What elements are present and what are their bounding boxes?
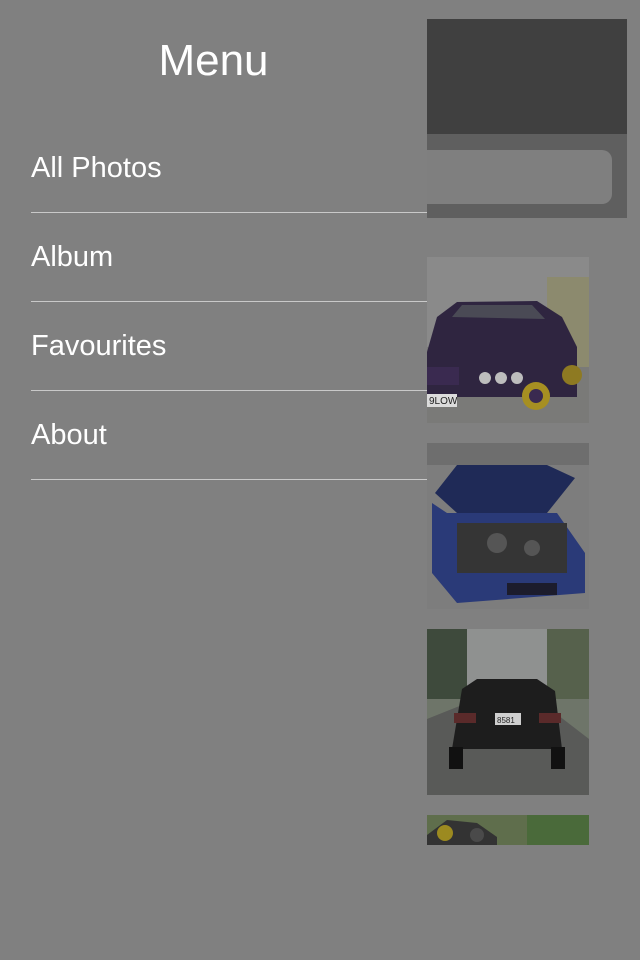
plate-text: 8581 bbox=[497, 716, 515, 725]
app-search-bar bbox=[427, 134, 627, 218]
photo-thumbnail-3[interactable]: 8581 bbox=[427, 629, 589, 795]
side-menu: Menu All Photos Album Favourites About bbox=[0, 0, 427, 960]
menu-item-album[interactable]: Album bbox=[31, 213, 427, 302]
menu-item-label: All Photos bbox=[31, 151, 162, 184]
plate-text: 9LOW bbox=[429, 396, 458, 407]
background-app: 9LOW 8581 bbox=[427, 0, 640, 960]
menu-item-label: About bbox=[31, 418, 107, 451]
menu-item-about[interactable]: About bbox=[31, 391, 427, 480]
photo-thumbnail-1[interactable]: 9LOW bbox=[427, 257, 589, 423]
blue-car-engine-photo bbox=[427, 443, 589, 609]
yellow-car-photo bbox=[427, 815, 589, 845]
menu-item-all-photos[interactable]: All Photos bbox=[31, 124, 427, 213]
app-search-input[interactable] bbox=[427, 150, 612, 204]
menu-item-label: Album bbox=[31, 240, 114, 273]
purple-car-photo: 9LOW bbox=[427, 257, 589, 423]
photo-thumbnail-2[interactable] bbox=[427, 443, 589, 609]
menu-item-label: Favourites bbox=[31, 329, 167, 362]
menu-title: Menu bbox=[158, 36, 269, 85]
black-car-rear-photo: 8581 bbox=[427, 629, 589, 795]
photo-thumbnail-4[interactable] bbox=[427, 815, 589, 845]
menu-item-favourites[interactable]: Favourites bbox=[31, 302, 427, 391]
app-navigation-bar bbox=[427, 19, 627, 134]
menu-list: All Photos Album Favourites About bbox=[0, 124, 427, 480]
